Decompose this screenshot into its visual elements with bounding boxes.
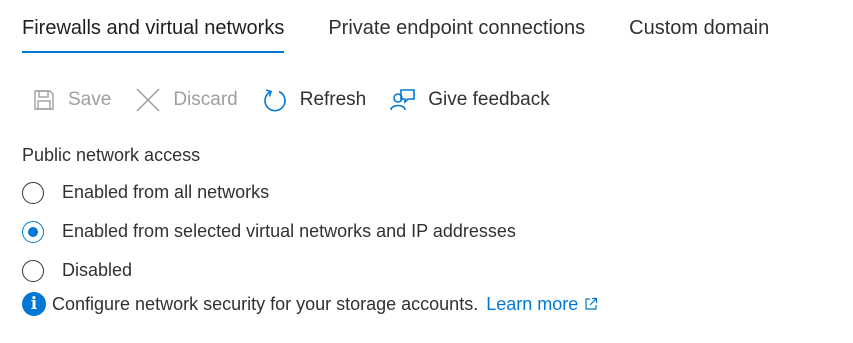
tab-private-endpoint-connections[interactable]: Private endpoint connections — [328, 14, 585, 56]
public-network-access-label: Public network access — [22, 145, 201, 165]
discard-button[interactable]: Discard — [135, 87, 238, 113]
public-network-access-radio-group: Enabled from all networks Enabled from s… — [22, 173, 516, 290]
discard-label: Discard — [173, 89, 238, 110]
radio-button-selected[interactable] — [22, 220, 44, 243]
tab-firewalls-and-virtual-networks[interactable]: Firewalls and virtual networks — [22, 14, 285, 56]
radio-option-enabled-selected-networks[interactable]: Enabled from selected virtual networks a… — [22, 212, 516, 251]
refresh-icon — [263, 89, 286, 112]
feedback-label: Give feedback — [428, 89, 550, 110]
radio-button[interactable] — [22, 259, 44, 282]
info-message: i Configure network security for your st… — [22, 292, 598, 316]
learn-more-link[interactable]: Learn more — [486, 294, 598, 315]
command-bar: Save Discard Refresh Give feedback — [32, 84, 574, 116]
radio-label: Disabled — [62, 260, 133, 280]
give-feedback-button[interactable]: Give feedback — [390, 87, 550, 113]
save-button[interactable]: Save — [32, 88, 111, 112]
radio-label: Enabled from all networks — [62, 182, 270, 202]
tab-custom-domain[interactable]: Custom domain — [629, 14, 769, 56]
external-link-icon — [585, 297, 598, 310]
learn-more-label: Learn more — [486, 293, 579, 314]
tab-bar: Firewalls and virtual networks Private e… — [22, 14, 813, 56]
radio-option-enabled-all-networks[interactable]: Enabled from all networks — [22, 173, 516, 212]
refresh-button[interactable]: Refresh — [262, 87, 367, 113]
save-label: Save — [68, 89, 112, 110]
radio-option-disabled[interactable]: Disabled — [22, 251, 516, 290]
feedback-icon — [390, 89, 416, 111]
info-text: Configure network security for your stor… — [52, 293, 479, 314]
close-icon — [136, 88, 160, 112]
radio-label: Enabled from selected virtual networks a… — [62, 221, 516, 241]
refresh-label: Refresh — [299, 89, 367, 110]
radio-button[interactable] — [22, 181, 44, 204]
save-icon — [34, 90, 54, 110]
info-icon: i — [22, 292, 46, 316]
